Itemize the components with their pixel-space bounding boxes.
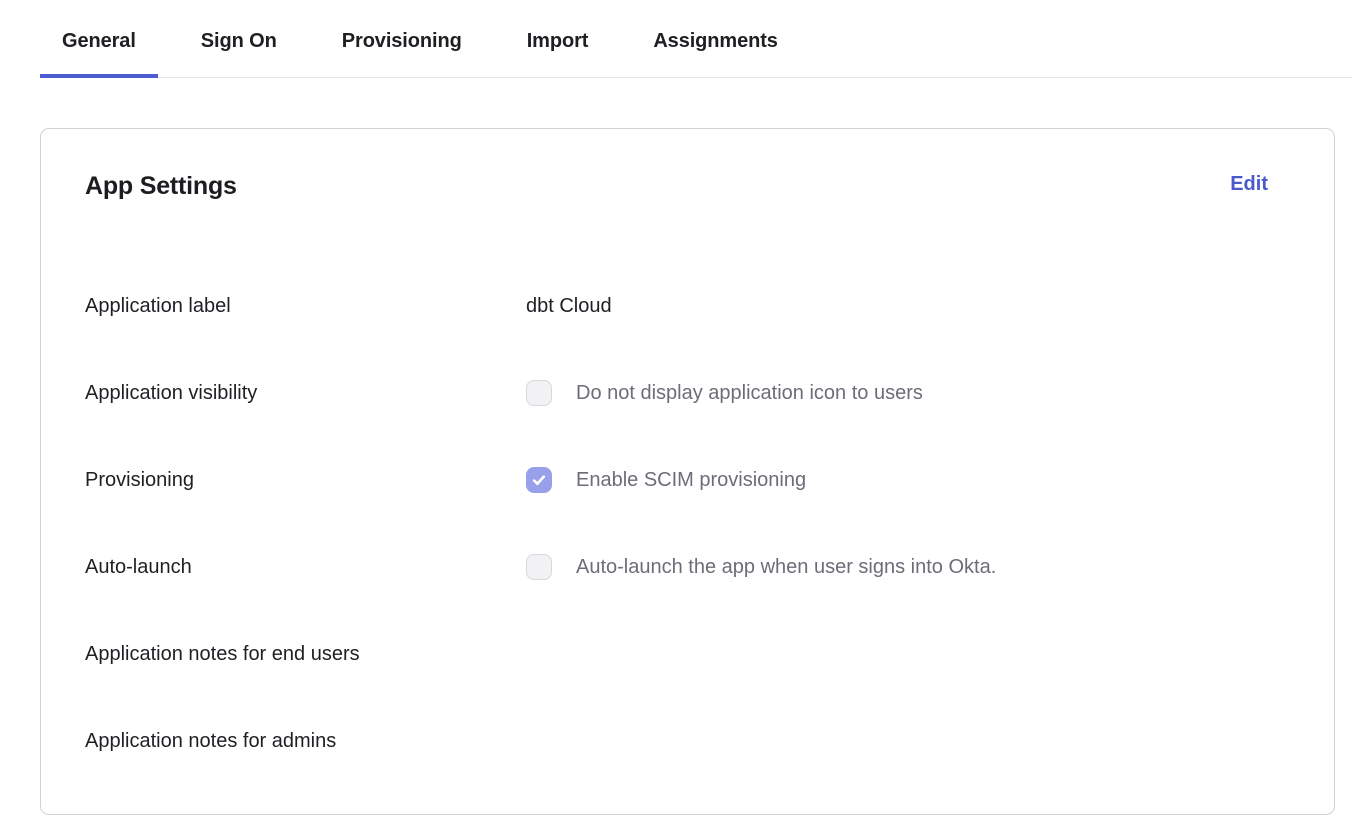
tab-provisioning[interactable]: Provisioning <box>320 30 484 77</box>
row-auto-launch: Auto-launch Auto-launch the app when use… <box>85 554 1268 580</box>
settings-rows: Application label dbt Cloud Application … <box>85 293 1268 754</box>
application-visibility-checkbox-label: Do not display application icon to users <box>576 381 923 405</box>
auto-launch-control: Auto-launch the app when user signs into… <box>526 554 1268 580</box>
notes-end-users-label: Application notes for end users <box>85 642 526 666</box>
row-application-visibility: Application visibility Do not display ap… <box>85 380 1268 406</box>
card-title: App Settings <box>85 169 237 203</box>
application-visibility-label: Application visibility <box>85 381 526 405</box>
application-visibility-checkbox[interactable] <box>526 380 552 406</box>
notes-admins-label: Application notes for admins <box>85 729 526 753</box>
row-provisioning: Provisioning Enable SCIM provisioning <box>85 467 1268 493</box>
app-settings-card: App Settings Edit Application label dbt … <box>40 128 1335 815</box>
provisioning-control: Enable SCIM provisioning <box>526 467 1268 493</box>
edit-button[interactable]: Edit <box>1230 169 1268 199</box>
checkmark-icon <box>531 472 547 488</box>
auto-launch-checkbox[interactable] <box>526 554 552 580</box>
tab-assignments[interactable]: Assignments <box>631 30 800 77</box>
card-header: App Settings Edit <box>85 169 1268 203</box>
tab-import[interactable]: Import <box>505 30 611 77</box>
provisioning-label: Provisioning <box>85 468 526 492</box>
application-visibility-control: Do not display application icon to users <box>526 380 1268 406</box>
application-label-label: Application label <box>85 294 526 318</box>
provisioning-checkbox-label: Enable SCIM provisioning <box>576 468 806 492</box>
tab-bar: General Sign On Provisioning Import Assi… <box>40 0 1352 78</box>
tab-sign-on[interactable]: Sign On <box>179 30 299 77</box>
row-notes-admins: Application notes for admins <box>85 728 1268 754</box>
row-application-label: Application label dbt Cloud <box>85 293 1268 319</box>
auto-launch-checkbox-label: Auto-launch the app when user signs into… <box>576 555 996 579</box>
tab-general[interactable]: General <box>40 30 158 77</box>
auto-launch-label: Auto-launch <box>85 555 526 579</box>
provisioning-checkbox[interactable] <box>526 467 552 493</box>
row-notes-end-users: Application notes for end users <box>85 641 1268 667</box>
application-label-value: dbt Cloud <box>526 294 1268 318</box>
